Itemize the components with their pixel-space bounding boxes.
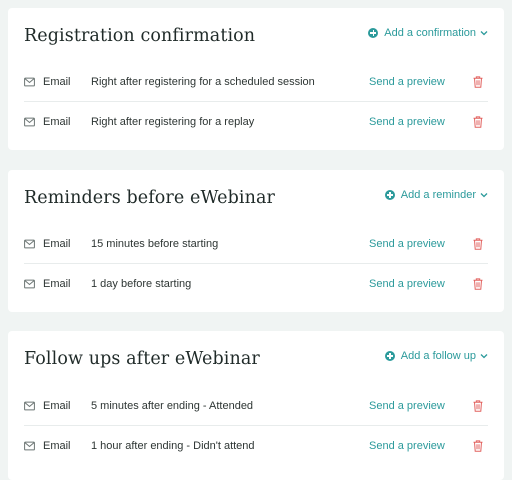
mail-icon [24, 441, 35, 450]
trash-icon[interactable] [473, 439, 483, 452]
mail-icon [24, 117, 35, 126]
section-title: Follow ups after eWebinar [24, 349, 260, 369]
chevron-down-icon [480, 193, 488, 198]
trash-icon[interactable] [473, 115, 483, 128]
list-item: Email Right after registering for a repl… [24, 102, 488, 141]
channel-label: Email [43, 115, 71, 128]
trash-icon[interactable] [473, 400, 483, 412]
trigger-description: Right after registering for a scheduled … [91, 76, 315, 88]
mail-icon [24, 77, 35, 87]
card-header: Follow ups after eWebinar Add a follow u… [8, 331, 504, 387]
chevron-down-icon [480, 31, 488, 36]
channel-label: Email [43, 238, 71, 250]
trigger-description: 1 hour after ending - Didn't attend [91, 439, 255, 452]
list-item: Email 1 day before starting Send a previ… [24, 264, 488, 303]
trigger-description: 1 day before starting [91, 277, 192, 290]
list-item: Email 1 hour after ending - Didn't atten… [24, 426, 488, 465]
plus-circle-icon [384, 351, 395, 361]
trash-icon[interactable] [473, 277, 483, 290]
add-reminder-label: Add a reminder [400, 189, 476, 201]
trigger-description: Right after registering for a replay [91, 115, 255, 128]
add-confirmation-button[interactable]: Add a confirmation [368, 27, 488, 39]
follow-ups-card: Follow ups after eWebinar Add a follow u… [8, 331, 504, 480]
add-follow-up-label: Add a follow up [400, 350, 476, 362]
trash-icon[interactable] [473, 76, 483, 88]
channel-label: Email [43, 400, 71, 412]
add-reminder-button[interactable]: Add a reminder [384, 189, 488, 201]
section-title: Registration confirmation [24, 26, 256, 46]
registration-confirmation-card: Registration confirmation Add a confirma… [8, 8, 504, 150]
trigger-description: 5 minutes after ending - Attended [91, 400, 254, 412]
card-header: Registration confirmation Add a confirma… [8, 8, 504, 64]
send-preview-link[interactable]: Send a preview [369, 440, 445, 452]
list-item: Email Right after registering for a sche… [24, 63, 488, 102]
channel-label: Email [43, 439, 71, 452]
trash-icon[interactable] [473, 238, 483, 250]
plus-circle-icon [368, 28, 379, 38]
trigger-description: 15 minutes before starting [91, 238, 219, 250]
card-header: Reminders before eWebinar Add a reminder [8, 170, 504, 226]
mail-icon [24, 239, 35, 249]
send-preview-link[interactable]: Send a preview [369, 76, 445, 88]
send-preview-link[interactable]: Send a preview [369, 116, 445, 128]
section-title: Reminders before eWebinar [24, 188, 275, 208]
chevron-down-icon [480, 354, 488, 359]
channel-label: Email [43, 76, 71, 88]
list-item: Email 5 minutes after ending - Attended … [24, 387, 488, 426]
reminders-card: Reminders before eWebinar Add a reminder… [8, 170, 504, 312]
add-follow-up-button[interactable]: Add a follow up [384, 350, 488, 362]
mail-icon [24, 401, 35, 411]
plus-circle-icon [384, 190, 395, 200]
channel-label: Email [43, 277, 71, 290]
send-preview-link[interactable]: Send a preview [369, 238, 445, 250]
list-item: Email 15 minutes before starting Send a … [24, 225, 488, 264]
mail-icon [24, 279, 35, 288]
send-preview-link[interactable]: Send a preview [369, 400, 445, 412]
send-preview-link[interactable]: Send a preview [369, 278, 445, 290]
add-confirmation-label: Add a confirmation [384, 27, 476, 39]
